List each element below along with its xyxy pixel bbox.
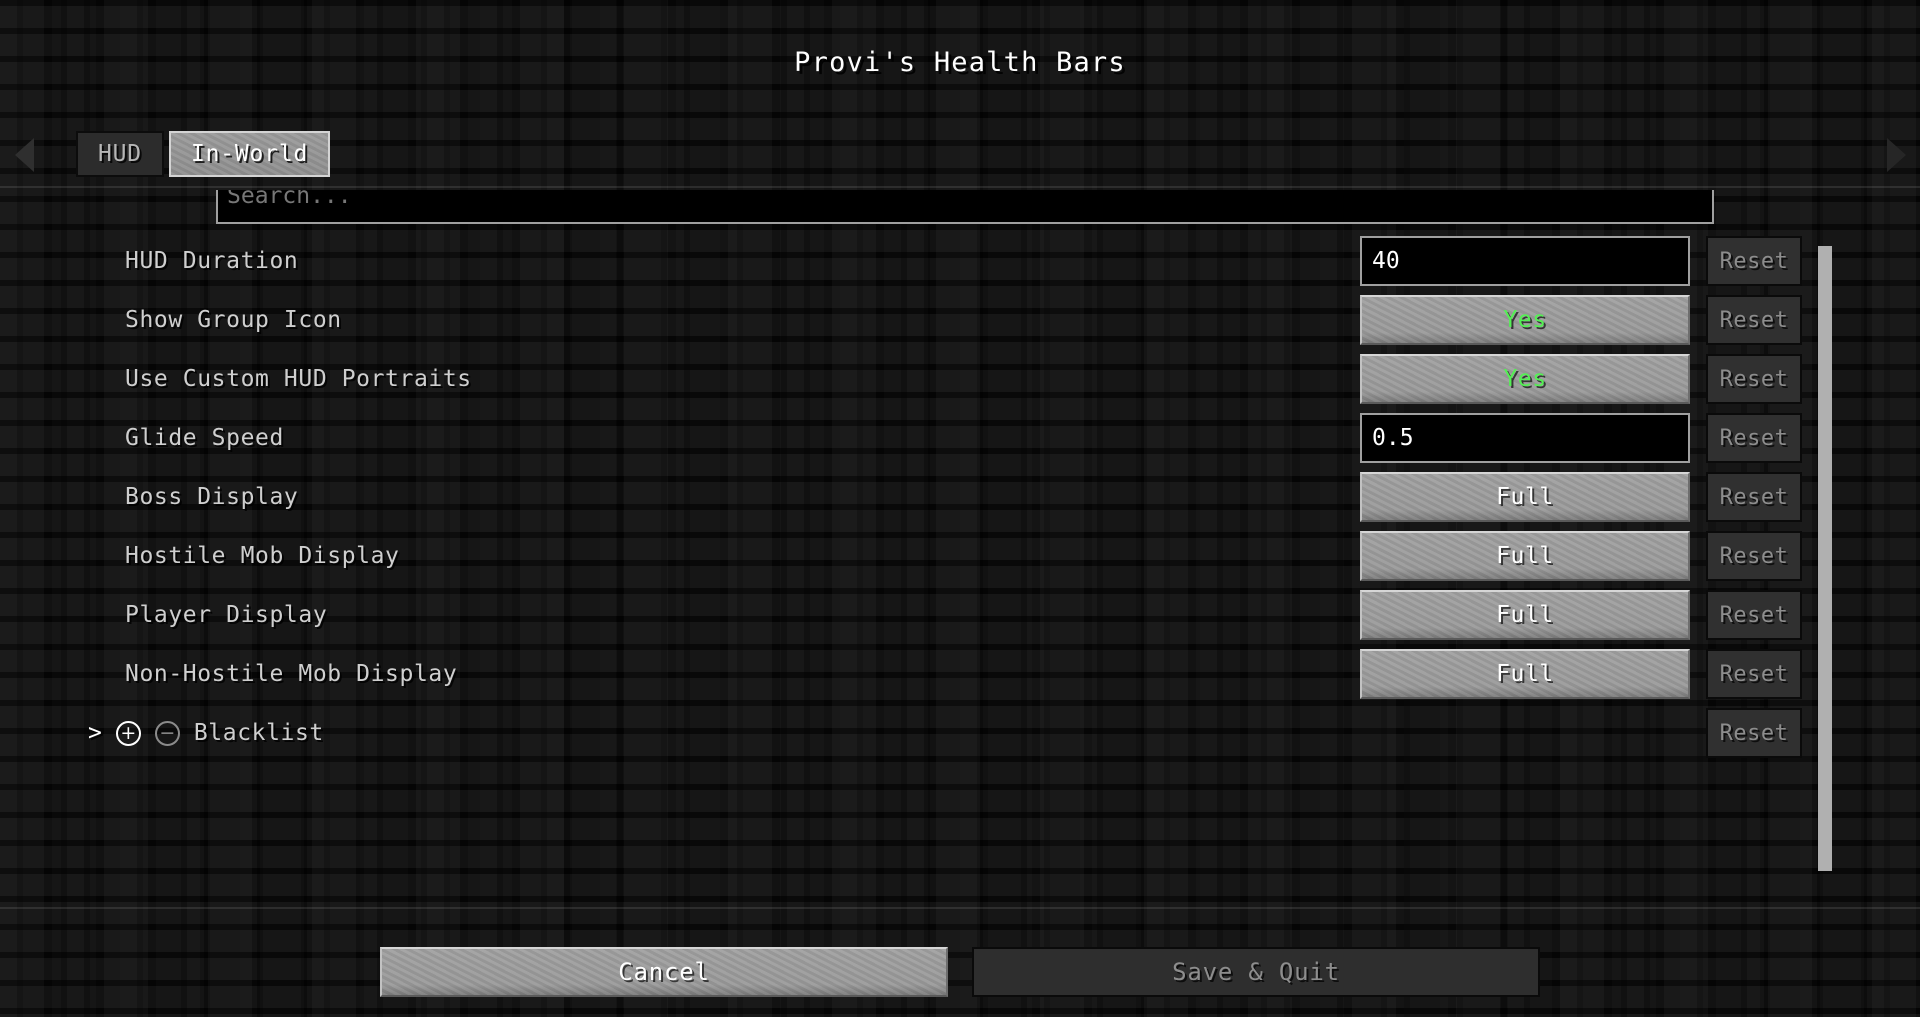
reset-button[interactable]: Reset (1706, 354, 1802, 404)
add-entry-icon[interactable]: + (115, 720, 141, 746)
tab-hud[interactable]: HUD (76, 131, 164, 177)
reset-button[interactable]: Reset (1706, 649, 1802, 699)
option-label: HUD Duration (125, 248, 299, 274)
option-row: Show Group Icon Yes Reset (0, 295, 1920, 345)
reset-button[interactable]: Reset (1706, 295, 1802, 345)
options-scroll-area[interactable]: HUD Duration Reset Show Group Icon Yes Reset… (0, 190, 1920, 907)
option-control: Full (1360, 649, 1690, 699)
option-control: Full (1360, 531, 1690, 581)
option-control: Yes (1360, 354, 1690, 404)
option-row: Hostile Mob Display Full Reset (0, 531, 1920, 581)
option-label: Non-Hostile Mob Display (125, 661, 458, 687)
option-control: Full (1360, 472, 1690, 522)
option-row: Glide Speed Reset (0, 413, 1920, 463)
option-value-input[interactable] (1360, 413, 1690, 463)
reset-button[interactable]: Reset (1706, 531, 1802, 581)
option-control: Full (1360, 590, 1690, 640)
option-control: Yes (1360, 295, 1690, 345)
header: Provi's Health Bars (0, 0, 1920, 120)
option-row: Player Display Full Reset (0, 590, 1920, 640)
option-cycle-button[interactable]: Full (1360, 590, 1690, 640)
tab-bar: HUD In-World (0, 120, 1920, 188)
option-label: Show Group Icon (125, 307, 342, 333)
scrollbar-track[interactable] (1818, 190, 1832, 907)
tab-list: HUD In-World (76, 131, 331, 177)
triangle-left-icon (14, 138, 34, 172)
tab-in-world[interactable]: In-World (168, 131, 331, 177)
tab-prev-arrow-button[interactable] (6, 136, 42, 174)
reset-button[interactable]: Reset (1706, 472, 1802, 522)
reset-button[interactable]: Reset (1706, 413, 1802, 463)
scrollbar-thumb[interactable] (1818, 246, 1832, 871)
option-row: Boss Display Full Reset (0, 472, 1920, 522)
page-title: Provi's Health Bars (794, 47, 1126, 78)
option-label: Hostile Mob Display (125, 543, 400, 569)
option-label: Glide Speed (125, 425, 284, 451)
option-cycle-button[interactable]: Yes (1360, 295, 1690, 345)
tab-next-arrow-button[interactable] (1878, 136, 1914, 174)
option-control (1360, 413, 1690, 463)
option-label: Boss Display (125, 484, 299, 510)
cancel-button[interactable]: Cancel (380, 947, 948, 997)
category-row-blacklist: > + − Blacklist Reset (0, 708, 1920, 758)
search-input[interactable] (216, 190, 1714, 224)
option-label: Player Display (125, 602, 328, 628)
option-cycle-button[interactable]: Full (1360, 531, 1690, 581)
option-row: Non-Hostile Mob Display Full Reset (0, 649, 1920, 699)
chevron-right-icon[interactable]: > (88, 721, 102, 745)
option-control (1360, 236, 1690, 286)
category-label: Blacklist (193, 720, 324, 746)
reset-button-blacklist[interactable]: Reset (1706, 708, 1802, 758)
category-controls: > + − Blacklist (88, 708, 324, 758)
config-screen: Provi's Health Bars HUD In-World HUD Dur… (0, 0, 1920, 1017)
option-row: Use Custom HUD Portraits Yes Reset (0, 354, 1920, 404)
footer: Cancel Save & Quit (0, 907, 1920, 1017)
option-value-input[interactable] (1360, 236, 1690, 286)
option-cycle-button[interactable]: Yes (1360, 354, 1690, 404)
option-cycle-button[interactable]: Full (1360, 472, 1690, 522)
reset-button[interactable]: Reset (1706, 236, 1802, 286)
option-label: Use Custom HUD Portraits (125, 366, 472, 392)
option-cycle-button[interactable]: Full (1360, 649, 1690, 699)
option-row: HUD Duration Reset (0, 236, 1920, 286)
triangle-right-icon (1886, 138, 1906, 172)
search-row (0, 190, 1920, 224)
save-and-quit-button[interactable]: Save & Quit (972, 947, 1540, 997)
reset-button[interactable]: Reset (1706, 590, 1802, 640)
remove-entry-icon[interactable]: − (154, 720, 180, 746)
